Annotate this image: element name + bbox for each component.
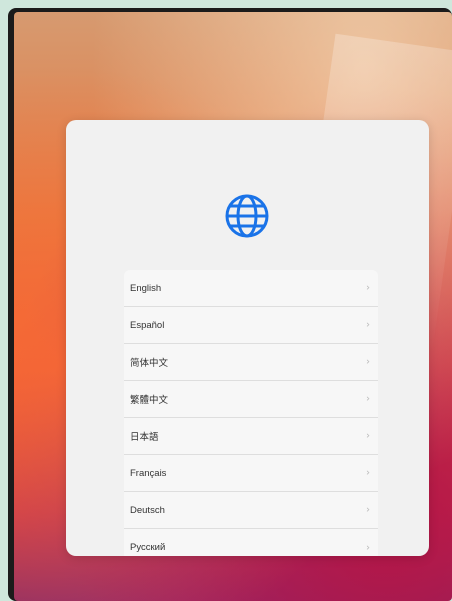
language-item-espanol[interactable]: Español › [124,307,378,344]
globe-icon [223,192,271,240]
language-item-japanese[interactable]: 日本語 › [124,418,378,455]
chevron-right-icon: › [366,282,370,294]
language-label: 繁體中文 [130,395,169,406]
language-list: English › Español › 简体中文 › 繁體中文 › 日本語 › … [124,270,378,556]
language-item-french[interactable]: Français › [124,455,378,492]
chevron-right-icon: › [366,467,370,479]
chevron-right-icon: › [366,542,370,553]
language-label: 日本語 [130,432,159,443]
language-selection-dialog: English › Español › 简体中文 › 繁體中文 › 日本語 › … [66,120,429,556]
language-label: Русский [130,542,166,553]
chevron-right-icon: › [366,504,370,516]
language-item-german[interactable]: Deutsch › [124,492,378,529]
language-label: Français [130,467,167,479]
chevron-right-icon: › [366,430,370,442]
chevron-right-icon: › [366,393,370,405]
language-item-english[interactable]: English › [124,270,378,307]
language-label: Deutsch [130,504,165,516]
language-label: 简体中文 [130,358,169,369]
language-item-simplified-chinese[interactable]: 简体中文 › [124,344,378,381]
language-item-russian[interactable]: Русский › [124,529,378,556]
chevron-right-icon: › [366,319,370,331]
language-label: Español [130,319,165,331]
chevron-right-icon: › [366,356,370,368]
language-item-traditional-chinese[interactable]: 繁體中文 › [124,381,378,418]
language-label: English [130,282,162,294]
wallpaper: English › Español › 简体中文 › 繁體中文 › 日本語 › … [14,12,452,601]
